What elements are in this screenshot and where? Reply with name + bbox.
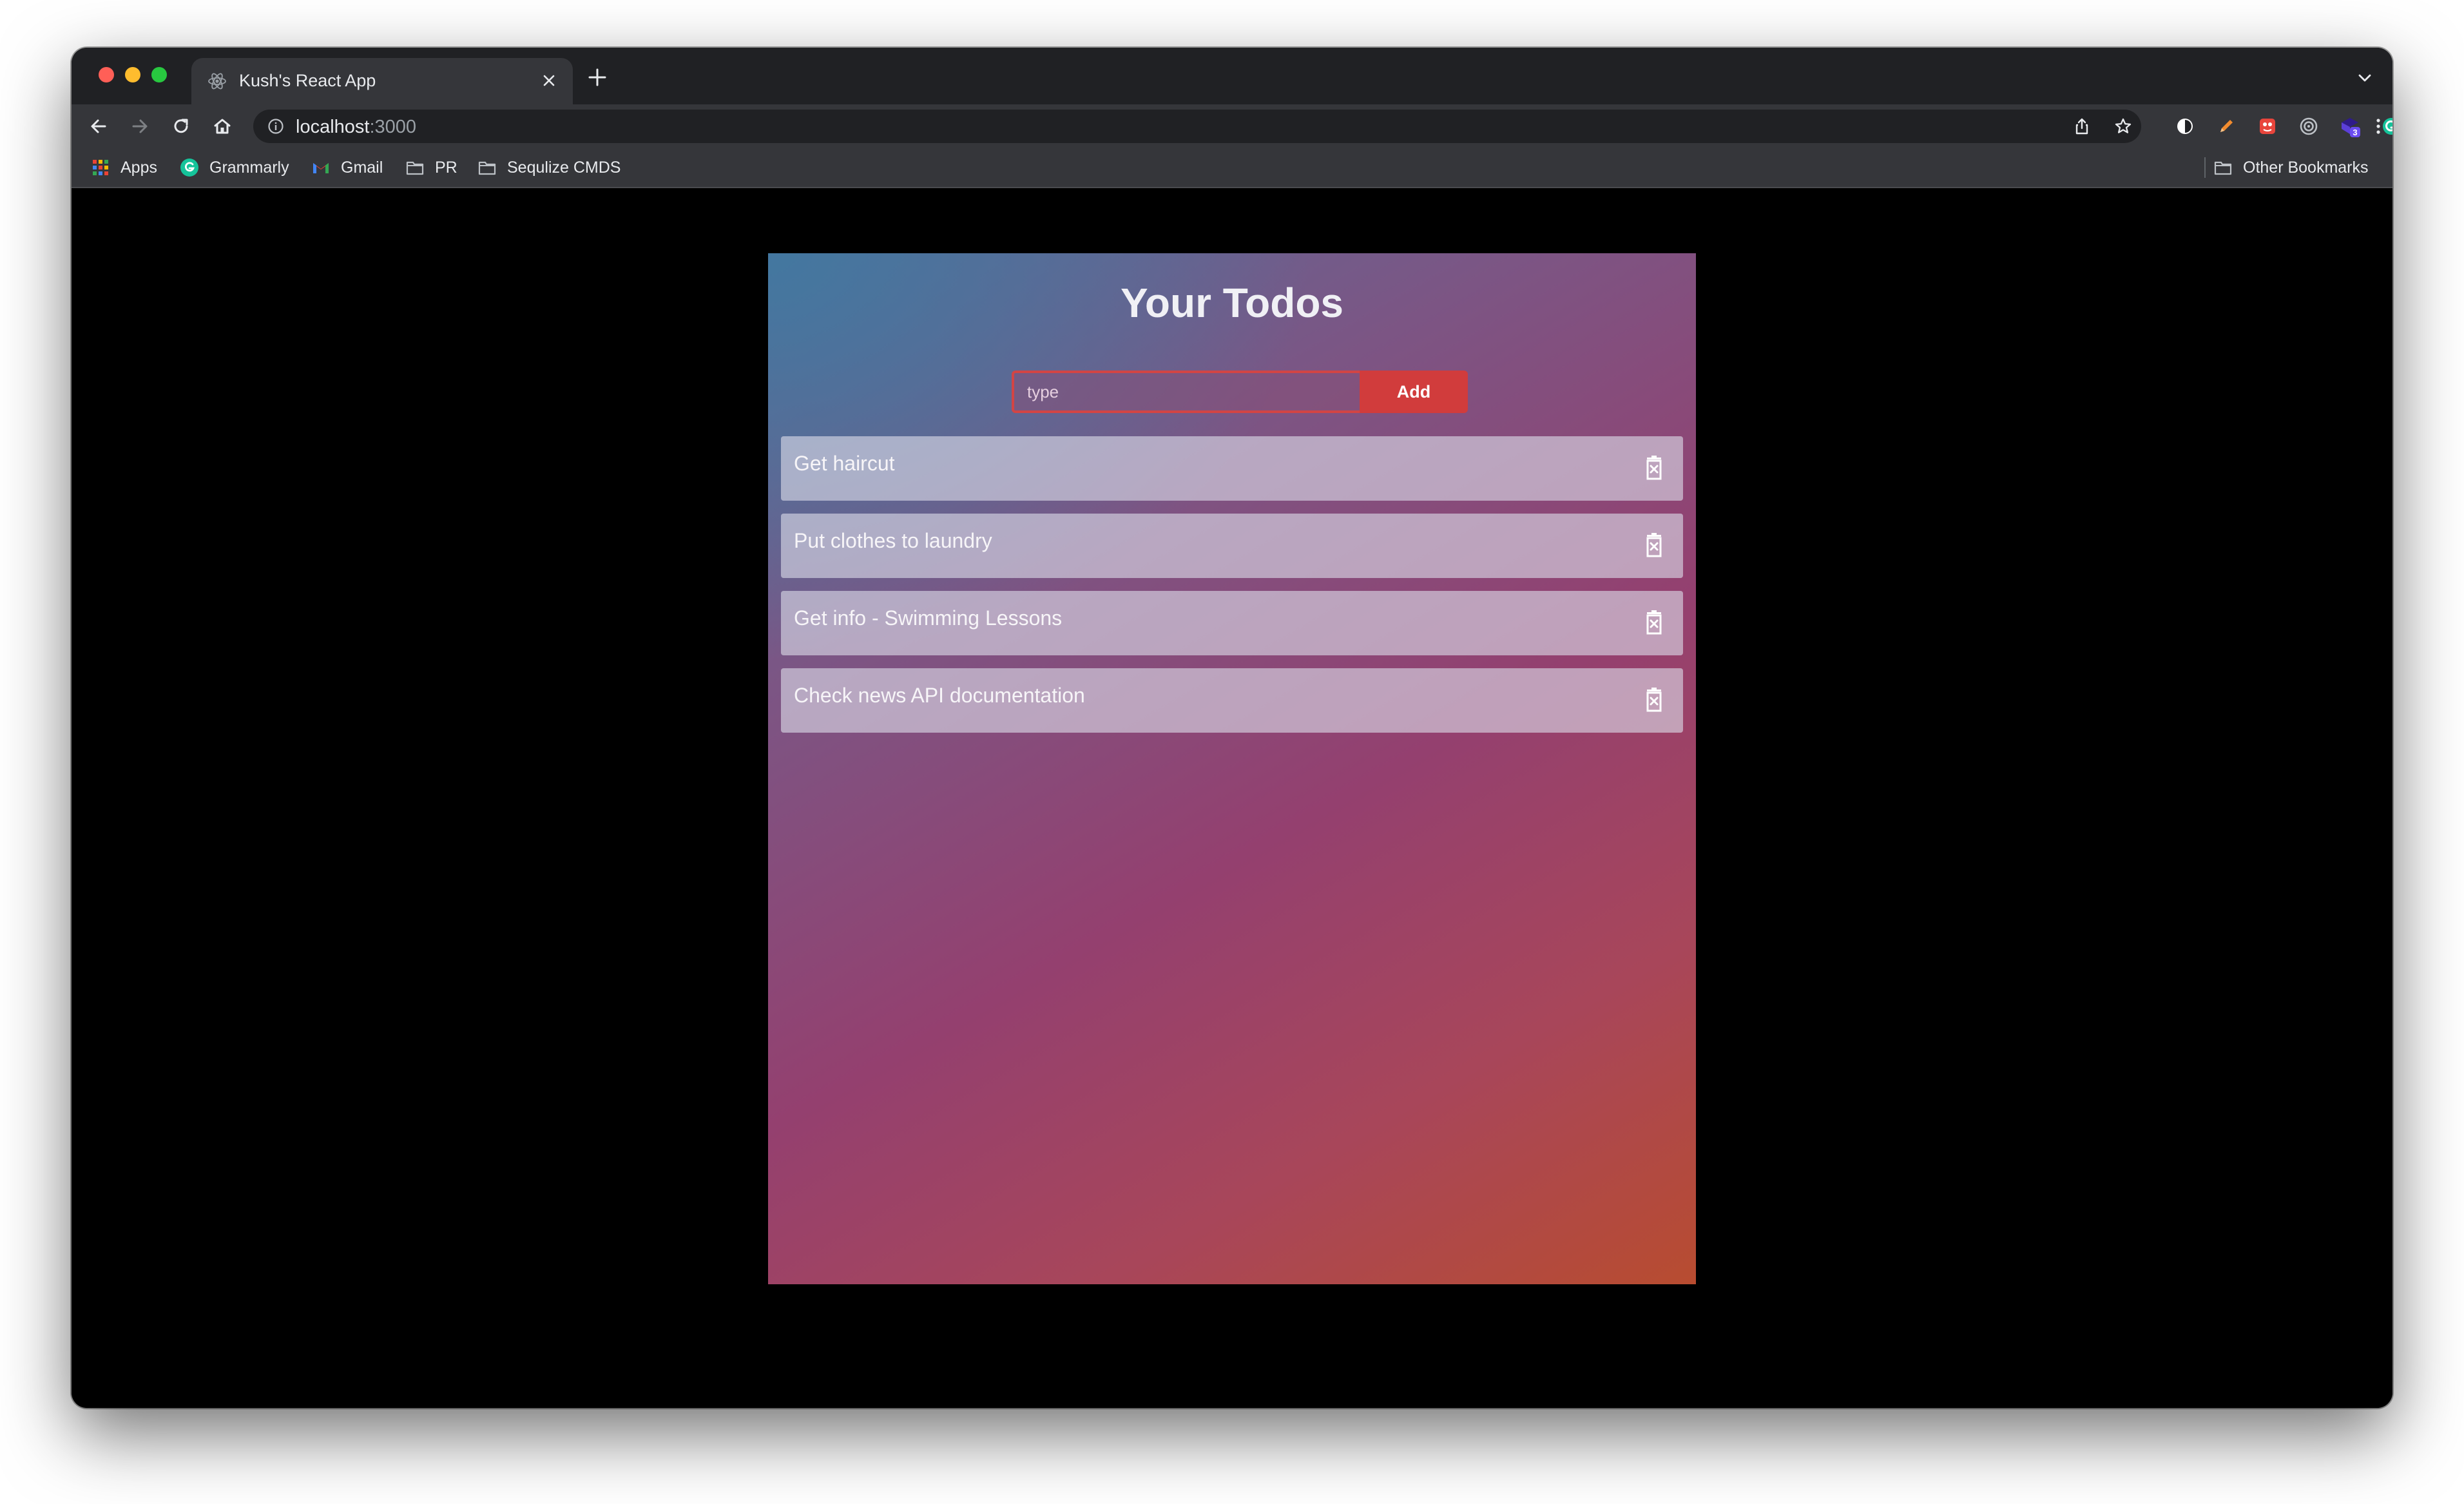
address-bar[interactable]: localhost:3000 [253,110,2141,143]
bookmarks-bar: Apps Grammarly Gmail PR Sequlize CMDS Ot… [72,148,2392,188]
add-button[interactable]: Add [1360,371,1468,413]
trash-icon[interactable] [1639,608,1669,637]
close-window-button[interactable] [99,67,114,82]
plus-icon[interactable] [587,67,608,88]
page-title: Your Todos [1120,280,1344,326]
list-item[interactable]: Get haircut [781,436,1683,501]
bookmark-label: Gmail [341,158,383,177]
bookmark-folder-sequlize[interactable]: Sequlize CMDS [477,157,621,178]
folder-icon [477,158,497,177]
todo-text: Get info - Swimming Lessons [794,606,1063,630]
gmail-icon [311,158,331,177]
folder-icon [2213,158,2233,177]
bookmark-label: Apps [120,158,157,177]
share-icon[interactable] [2073,117,2091,135]
browser-tab-active[interactable]: Kush's React App [191,58,573,104]
url-text: localhost:3000 [296,117,416,138]
bookmark-grammarly[interactable]: Grammarly [180,157,289,178]
trash-icon[interactable] [1639,453,1669,483]
bookmark-label: Sequlize CMDS [507,158,621,177]
page-viewport: Your Todos Add Get haircut Put clothes t… [72,188,2392,1408]
trash-icon[interactable] [1639,685,1669,715]
bookmark-label: Other Bookmarks [2243,158,2369,177]
close-icon[interactable] [539,71,559,90]
tab-strip: Kush's React App [72,48,2392,104]
home-icon[interactable] [211,115,234,138]
star-icon[interactable] [2114,117,2132,135]
extension-badge-count: 3 [2353,128,2357,137]
target-extension-icon[interactable] [2297,115,2320,138]
info-icon[interactable] [267,118,284,135]
bookmarks-divider [2204,157,2206,178]
kebab-menu-icon[interactable] [2367,115,2390,138]
list-item[interactable]: Put clothes to laundry [781,514,1683,578]
url-port: :3000 [369,117,417,137]
todo-text: Get haircut [794,452,895,475]
maximize-window-button[interactable] [151,67,167,82]
browser-window: Kush's React App localhost:3000 3 Apps G… [72,48,2392,1408]
apps-grid-icon [91,158,110,177]
todo-text: Check news API documentation [794,684,1085,707]
bookmark-label: Grammarly [209,158,289,177]
todo-card: Your Todos Add Get haircut Put clothes t… [768,253,1696,1284]
red-square-extension-icon[interactable] [2256,115,2279,138]
browser-toolbar: localhost:3000 3 [72,104,2392,148]
add-todo-form: Add [1012,371,1469,413]
minimize-window-button[interactable] [125,67,140,82]
bookmark-apps[interactable]: Apps [91,157,157,178]
purple-extension-icon[interactable]: 3 [2338,115,2362,138]
list-item[interactable]: Get info - Swimming Lessons [781,591,1683,655]
bookmark-gmail[interactable]: Gmail [311,157,383,178]
react-atom-icon [207,71,227,92]
reload-icon[interactable] [169,115,193,138]
bookmark-folder-pr[interactable]: PR [405,157,457,178]
folder-icon [405,158,425,177]
todo-list: Get haircut Put clothes to laundry Get i… [781,436,1683,746]
forward-arrow-icon[interactable] [128,115,151,138]
url-host: localhost [296,117,370,137]
circle-extension-icon[interactable] [2173,115,2197,138]
todo-input[interactable] [1012,371,1360,413]
other-bookmarks[interactable]: Other Bookmarks [2213,157,2369,178]
grammarly-icon [180,158,199,177]
todo-text: Put clothes to laundry [794,529,992,552]
chevron-down-icon[interactable] [2356,70,2373,86]
back-arrow-icon[interactable] [87,115,110,138]
trash-icon[interactable] [1639,530,1669,560]
bookmark-label: PR [435,158,457,177]
list-item[interactable]: Check news API documentation [781,668,1683,733]
tab-title: Kush's React App [239,71,376,90]
pen-extension-icon[interactable] [2215,115,2238,138]
